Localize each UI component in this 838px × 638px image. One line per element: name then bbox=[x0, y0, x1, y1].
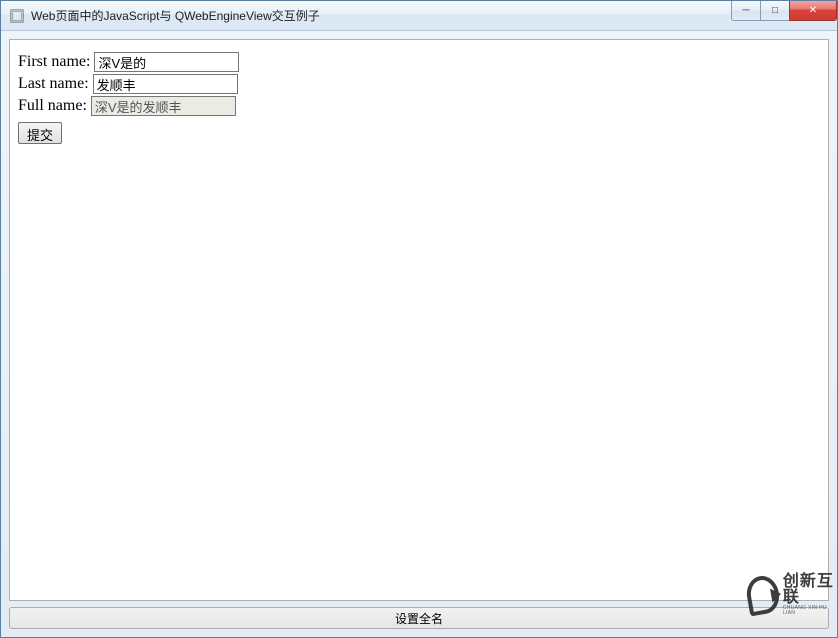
last-name-row: Last name: bbox=[18, 74, 820, 94]
full-name-label: Full name: bbox=[18, 97, 87, 115]
titlebar[interactable]: Web页面中的JavaScript与 QWebEngineView交互例子 ─ … bbox=[1, 1, 837, 31]
submit-button[interactable]: 提交 bbox=[18, 122, 62, 144]
application-window: Web页面中的JavaScript与 QWebEngineView交互例子 ─ … bbox=[0, 0, 838, 638]
first-name-label: First name: bbox=[18, 53, 90, 71]
full-name-input bbox=[91, 96, 236, 116]
window-title: Web页面中的JavaScript与 QWebEngineView交互例子 bbox=[31, 7, 732, 24]
maximize-button[interactable]: □ bbox=[760, 1, 790, 21]
webview-frame: First name: Last name: Full name: 提交 bbox=[9, 39, 829, 601]
first-name-input[interactable] bbox=[94, 52, 239, 72]
window-controls: ─ □ ✕ bbox=[732, 1, 837, 21]
last-name-label: Last name: bbox=[18, 75, 89, 93]
set-full-name-button[interactable]: 设置全名 bbox=[9, 607, 829, 629]
content-area: First name: Last name: Full name: 提交 设置全… bbox=[1, 31, 837, 637]
app-icon bbox=[9, 8, 25, 24]
minimize-icon: ─ bbox=[742, 5, 749, 16]
last-name-input[interactable] bbox=[93, 74, 238, 94]
close-button[interactable]: ✕ bbox=[789, 1, 837, 21]
full-name-row: Full name: bbox=[18, 96, 820, 116]
first-name-row: First name: bbox=[18, 52, 820, 72]
maximize-icon: □ bbox=[772, 5, 778, 16]
minimize-button[interactable]: ─ bbox=[731, 1, 761, 21]
close-icon: ✕ bbox=[809, 5, 817, 16]
